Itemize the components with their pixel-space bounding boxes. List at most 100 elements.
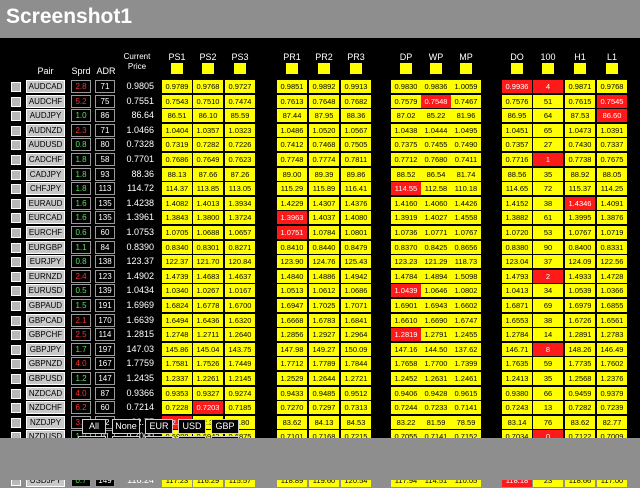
row-checkbox[interactable] — [11, 257, 21, 268]
pair-button[interactable]: AUDUSD — [26, 138, 65, 152]
pair-button[interactable]: EURNZD — [26, 269, 65, 283]
header-toggle-pr2[interactable] — [318, 63, 330, 74]
pair-button[interactable]: AUDCHF — [26, 94, 65, 108]
pair-button[interactable]: GBPNZD — [26, 357, 65, 371]
level-cell-pr3: 1.6841 — [341, 313, 371, 327]
adr-value: 123 — [95, 269, 115, 283]
pair-button[interactable]: EURAUD — [26, 196, 65, 210]
row-checkbox[interactable] — [11, 403, 21, 414]
filter-button-usd[interactable]: USD — [178, 419, 206, 434]
row-checkbox[interactable] — [11, 184, 21, 195]
level-cell-ps1: 88.13 — [162, 167, 192, 181]
row-checkbox[interactable] — [11, 155, 21, 165]
pair-button[interactable]: AUDNZD — [26, 123, 65, 137]
row-checkbox[interactable] — [11, 242, 21, 253]
row-checkbox[interactable] — [11, 271, 21, 282]
pair-button[interactable]: NZDCHF — [26, 401, 65, 415]
row-checkbox[interactable] — [11, 198, 21, 209]
level-cell-pr3: 88.36 — [341, 109, 371, 123]
row-checkbox[interactable] — [11, 228, 21, 238]
row-checkbox[interactable] — [11, 140, 21, 151]
level-cell-ps3: 0.9274 — [225, 386, 255, 400]
filter-button-eur[interactable]: EUR — [145, 419, 173, 434]
pair-button[interactable]: NZDCAD — [26, 386, 65, 400]
pair-button[interactable]: GBPCAD — [26, 313, 65, 327]
pair-button[interactable]: AUDJPY — [26, 109, 65, 123]
level-cell-ps2: 86.10 — [193, 109, 223, 123]
level-cell-ps2: 113.85 — [193, 182, 223, 196]
header-toggle-ps3[interactable] — [234, 63, 246, 74]
table-row: CHFJPY 1.8 113 114.72 114.37 113.85 113.05 115.… — [0, 182, 640, 196]
filter-button-all[interactable]: All — [82, 419, 106, 434]
level-cell-ps1: 1.0340 — [162, 284, 192, 298]
row-checkbox[interactable] — [11, 301, 21, 311]
level-cell-dp: 87.02 — [391, 109, 421, 123]
row-checkbox[interactable] — [11, 359, 21, 370]
table-row: AUDNZD 2.3 71 1.0466 1.0404 1.0357 1.0323 1.048… — [0, 123, 640, 138]
pair-button[interactable]: EURUSD — [26, 284, 65, 298]
spread-value: 1.6 — [71, 211, 91, 225]
pair-button[interactable]: GBPJPY — [26, 342, 65, 356]
pair-button[interactable]: CHFJPY — [26, 182, 65, 196]
row-checkbox[interactable] — [11, 388, 21, 399]
header-toggle-do[interactable] — [511, 63, 523, 74]
pair-button[interactable]: GBPCHF — [26, 328, 65, 342]
table-row: GBPUSD 1.2 147 1.2435 1.2337 1.2261 1.2145 1.25… — [0, 372, 640, 386]
filter-button-none[interactable]: None — [112, 419, 140, 434]
pair-button[interactable]: EURCAD — [26, 211, 65, 225]
header-toggle-pr3[interactable] — [350, 63, 362, 74]
level-cell-pr3: 0.9512 — [341, 386, 371, 400]
row-checkbox[interactable] — [11, 330, 21, 341]
level-cell-pr2: 1.2927 — [309, 328, 339, 342]
pair-button[interactable]: GBPUSD — [26, 372, 65, 385]
level-cell-pr1: 1.0513 — [277, 284, 307, 298]
header-toggle-ps1[interactable] — [171, 63, 183, 74]
level-cell-dp: 1.2819 — [391, 328, 421, 342]
pair-button[interactable]: AUDCAD — [26, 80, 65, 93]
pair-button[interactable]: EURJPY — [26, 255, 65, 269]
row-checkbox[interactable] — [11, 315, 21, 326]
row-checkbox[interactable] — [11, 125, 21, 136]
pair-button[interactable]: EURGBP — [26, 240, 65, 254]
row-checkbox[interactable] — [11, 374, 21, 384]
spread-value: 4.0 — [71, 357, 91, 371]
level-cell-dp: 0.7244 — [391, 401, 421, 415]
header-toggle-ps2[interactable] — [202, 63, 214, 74]
row-checkbox[interactable] — [11, 286, 21, 297]
level-cell-dp: 1.4160 — [391, 196, 421, 210]
spread-value: 4.0 — [71, 386, 91, 400]
row-checkbox[interactable] — [11, 417, 21, 428]
header-toggle-wp[interactable] — [430, 63, 442, 74]
row-checkbox[interactable] — [11, 344, 21, 355]
header-toggle-pr1[interactable] — [286, 63, 298, 74]
pair-button[interactable]: NZDJPY — [26, 415, 65, 429]
level-cell-pr1: 1.6947 — [277, 299, 307, 312]
header-toggle-l1[interactable] — [606, 63, 618, 74]
level-cell-pr2: 1.4037 — [309, 211, 339, 225]
filter-button-gbp[interactable]: GBP — [211, 419, 239, 434]
row-checkbox[interactable] — [11, 111, 21, 122]
row-checkbox[interactable] — [11, 169, 21, 180]
level-cell-do: 1.6553 — [502, 313, 532, 327]
spread-value: 1.6 — [71, 196, 91, 210]
level-cell-do: 0.9380 — [502, 386, 532, 400]
header-toggle-mp[interactable] — [460, 63, 472, 74]
pair-button[interactable]: GBPAUD — [26, 299, 65, 312]
row-checkbox[interactable] — [11, 96, 21, 107]
pair-button[interactable]: CADCHF — [26, 153, 65, 166]
spread-value: 0.8 — [71, 138, 91, 152]
header-toggle-dp[interactable] — [400, 63, 412, 74]
level-cell-100: 13 — [533, 401, 563, 415]
spread-value: 1.7 — [71, 342, 91, 356]
current-price: 147.03 — [126, 343, 154, 354]
header-toggle-100[interactable] — [542, 63, 554, 74]
level-cell-ps2: 1.0267 — [193, 284, 223, 298]
row-checkbox[interactable] — [11, 82, 21, 92]
pair-button[interactable]: CADJPY — [26, 167, 65, 181]
level-cell-ps2: 1.2711 — [193, 328, 223, 342]
level-cell-pr1: 0.7270 — [277, 401, 307, 415]
level-cell-dp: 0.7579 — [391, 94, 421, 108]
row-checkbox[interactable] — [11, 213, 21, 224]
header-toggle-h1[interactable] — [574, 63, 586, 74]
pair-button[interactable]: EURCHF — [26, 226, 65, 239]
